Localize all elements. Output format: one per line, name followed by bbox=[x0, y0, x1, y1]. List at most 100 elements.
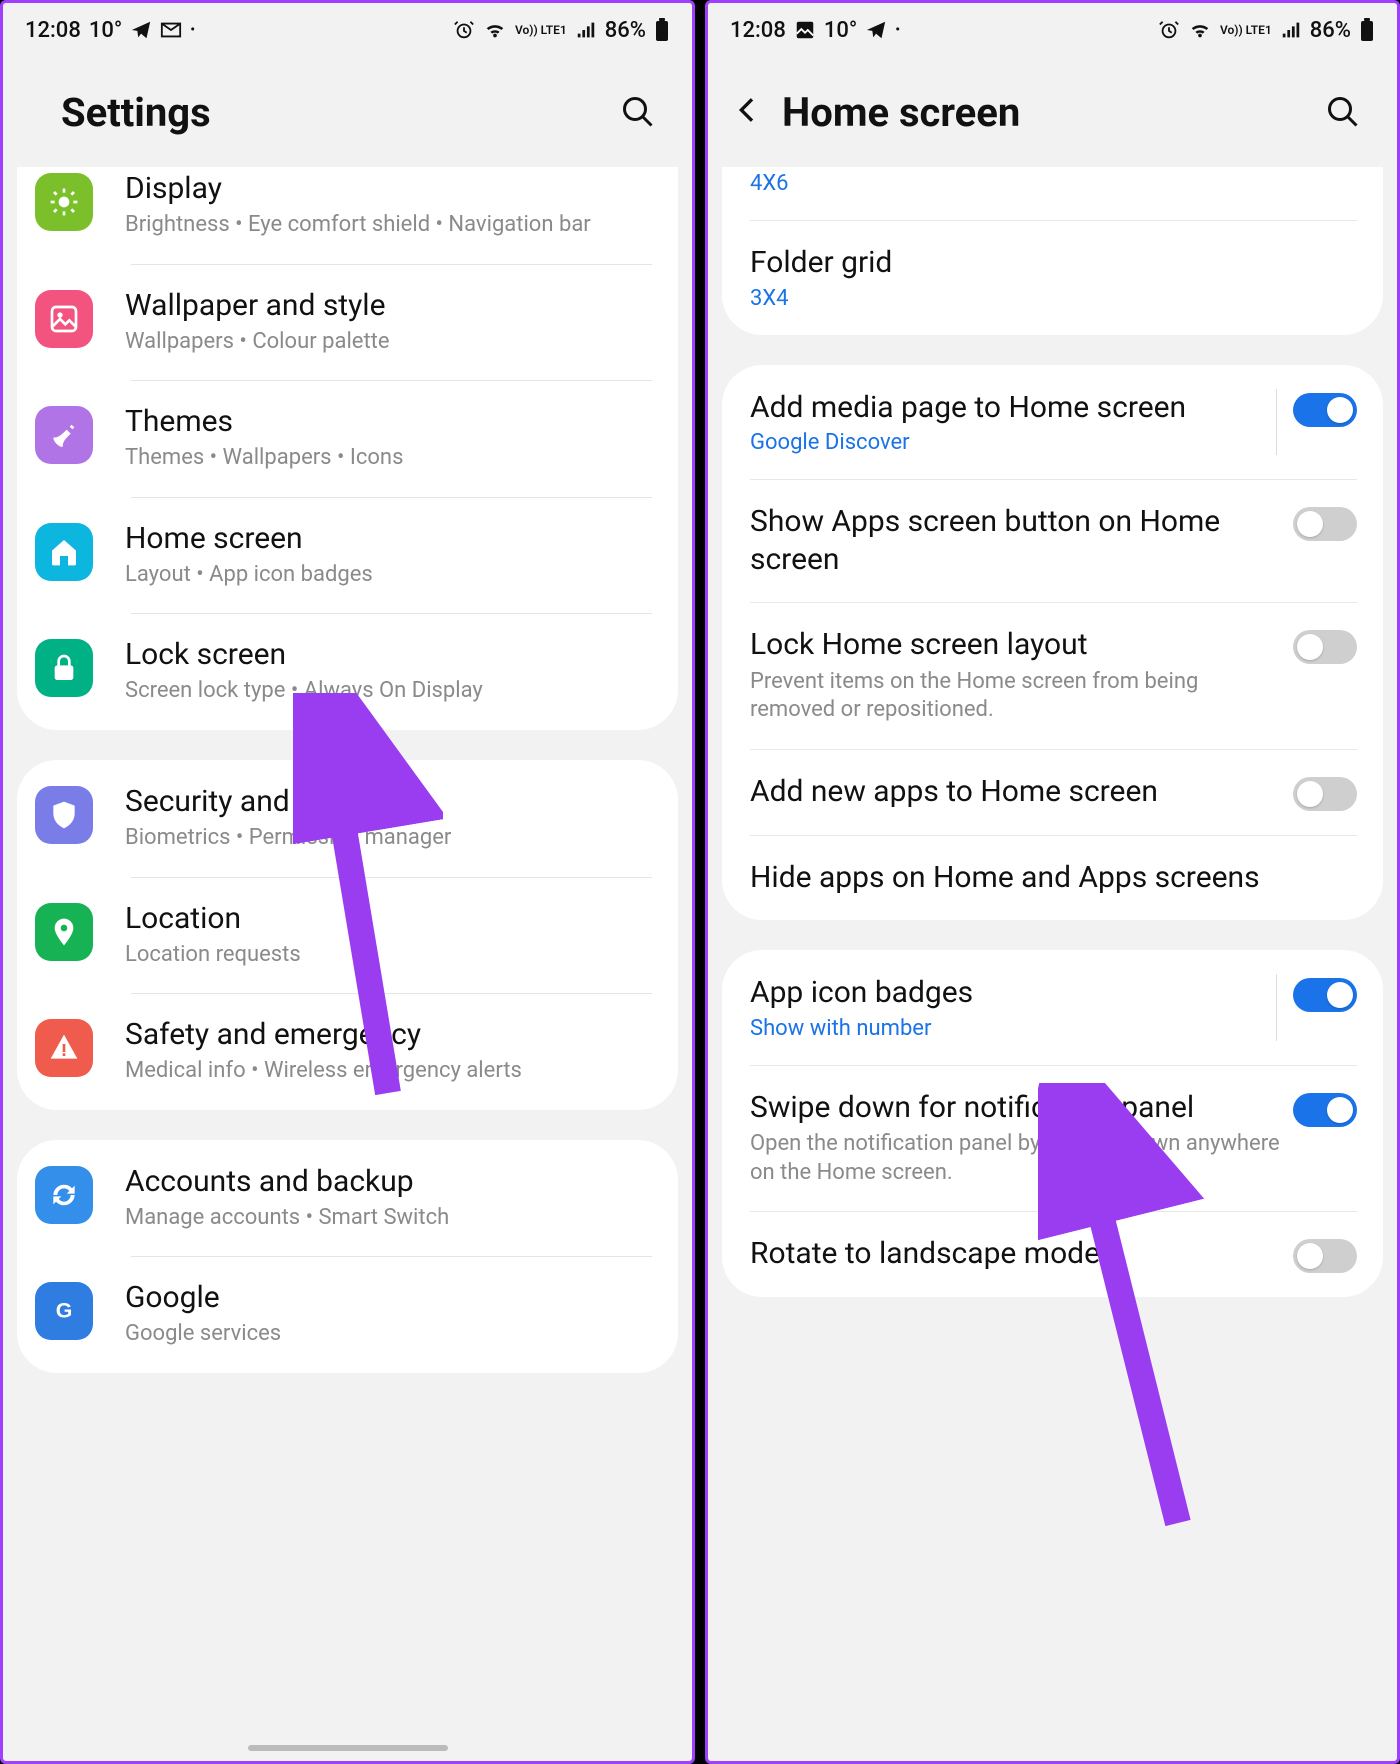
toggle[interactable] bbox=[1293, 630, 1357, 664]
status-temp: 10° bbox=[824, 18, 857, 43]
setting-mediapage[interactable]: Add media page to Home screen Google Disc… bbox=[722, 365, 1383, 480]
page-title: Home screen bbox=[782, 89, 1323, 136]
item-subtitle: Biometrics • Permission manager bbox=[125, 824, 652, 853]
setting-value: Show with number bbox=[750, 1016, 1264, 1041]
toggle[interactable] bbox=[1293, 777, 1357, 811]
settings-item-security[interactable]: Security and privacy Biometrics • Permiss… bbox=[17, 760, 678, 877]
volte-icon: Vo)) LTE1 bbox=[515, 24, 567, 36]
toggle[interactable] bbox=[1293, 1093, 1357, 1127]
screenshot-icon bbox=[794, 19, 816, 41]
telegram-icon bbox=[130, 19, 152, 41]
shield-icon bbox=[35, 786, 93, 844]
settings-item-lock[interactable]: Lock screen Screen lock type • Always On … bbox=[17, 613, 678, 730]
home-icon bbox=[35, 523, 93, 581]
setting-locklayout[interactable]: Lock Home screen layoutPrevent items on … bbox=[722, 602, 1383, 749]
settings-item-themes[interactable]: Themes Themes • Wallpapers • Icons bbox=[17, 380, 678, 497]
settings-item-google[interactable]: G Google Google services bbox=[17, 1256, 678, 1373]
toggle[interactable] bbox=[1293, 978, 1357, 1012]
item-title: Accounts and backup bbox=[125, 1164, 652, 1200]
settings-screen: 12:08 10° • Vo)) LTE1 86% Settings Displ… bbox=[0, 0, 695, 1764]
item-subtitle: Google services bbox=[125, 1320, 652, 1349]
item-title: Display bbox=[125, 171, 652, 207]
wifi-icon bbox=[1188, 19, 1212, 41]
setting-title: Add new apps to Home screen bbox=[750, 773, 1281, 811]
status-dot: • bbox=[895, 22, 900, 38]
item-title: Lock screen bbox=[125, 637, 652, 673]
item-title: Google bbox=[125, 1280, 652, 1316]
setting-rotate[interactable]: Rotate to landscape mode bbox=[722, 1211, 1383, 1297]
settings-list[interactable]: Display Brightness • Eye comfort shield •… bbox=[3, 167, 692, 1761]
setting-hideapps[interactable]: Hide apps on Home and Apps screens bbox=[722, 835, 1383, 921]
item-subtitle: Themes • Wallpapers • Icons bbox=[125, 444, 652, 473]
titlebar: Settings bbox=[3, 57, 692, 167]
brush-icon bbox=[35, 406, 93, 464]
settings-item-safety[interactable]: Safety and emergency Medical info • Wirel… bbox=[17, 993, 678, 1110]
toggle[interactable] bbox=[1293, 393, 1357, 427]
item-subtitle: Medical info • Wireless emergency alerts bbox=[125, 1057, 652, 1086]
volte-icon: Vo)) LTE1 bbox=[1220, 24, 1272, 36]
titlebar: Home screen bbox=[708, 57, 1397, 167]
setting-value: 3X4 bbox=[750, 286, 1345, 311]
page-title: Settings bbox=[61, 89, 618, 136]
google-icon: G bbox=[35, 1282, 93, 1340]
signal-icon bbox=[575, 19, 597, 41]
battery-icon bbox=[1359, 18, 1375, 42]
setting-addnew[interactable]: Add new apps to Home screen bbox=[722, 749, 1383, 835]
battery-text: 86% bbox=[1310, 18, 1351, 43]
setting-title: App icon badges bbox=[750, 974, 1264, 1012]
alert-icon bbox=[35, 1019, 93, 1077]
item-title: Themes bbox=[125, 404, 652, 440]
item-title: Safety and emergency bbox=[125, 1017, 652, 1053]
divider bbox=[1276, 389, 1277, 456]
gesture-bar[interactable] bbox=[248, 1745, 448, 1751]
sun-icon bbox=[35, 173, 93, 231]
lock-icon bbox=[35, 639, 93, 697]
status-temp: 10° bbox=[89, 18, 122, 43]
item-title: Home screen bbox=[125, 521, 652, 557]
setting-badges[interactable]: App icon badges Show with number bbox=[722, 950, 1383, 1065]
item-subtitle: Layout • App icon badges bbox=[125, 561, 652, 590]
item-subtitle: Manage accounts • Smart Switch bbox=[125, 1204, 652, 1233]
alarm-icon bbox=[453, 19, 475, 41]
setting-title: Folder grid bbox=[750, 244, 1345, 282]
battery-icon bbox=[654, 18, 670, 42]
signal-icon bbox=[1280, 19, 1302, 41]
back-button[interactable] bbox=[732, 94, 764, 130]
setting-appsgrid[interactable]: 4X6 bbox=[722, 167, 1383, 220]
item-subtitle: Brightness • Eye comfort shield • Naviga… bbox=[125, 211, 652, 240]
setting-title: Rotate to landscape mode bbox=[750, 1235, 1281, 1273]
item-subtitle: Screen lock type • Always On Display bbox=[125, 677, 652, 706]
settings-item-display[interactable]: Display Brightness • Eye comfort shield •… bbox=[17, 167, 678, 264]
status-dot: • bbox=[190, 22, 195, 38]
setting-subtitle: Prevent items on the Home screen from be… bbox=[750, 668, 1281, 725]
toggle[interactable] bbox=[1293, 507, 1357, 541]
setting-title: Swipe down for notification panel bbox=[750, 1089, 1281, 1127]
battery-text: 86% bbox=[605, 18, 646, 43]
statusbar: 12:08 10° • Vo)) LTE1 86% bbox=[708, 3, 1397, 57]
item-title: Wallpaper and style bbox=[125, 288, 652, 324]
setting-title: Add media page to Home screen bbox=[750, 389, 1264, 427]
settings-list[interactable]: 4X6 Folder grid 3X4 Add media page to Home … bbox=[708, 167, 1397, 1761]
setting-subtitle: Open the notification panel by swiping d… bbox=[750, 1130, 1281, 1187]
item-title: Location bbox=[125, 901, 652, 937]
settings-item-accounts[interactable]: Accounts and backup Manage accounts • Sma… bbox=[17, 1140, 678, 1257]
mail-icon bbox=[160, 19, 182, 41]
settings-item-location[interactable]: Location Location requests bbox=[17, 877, 678, 994]
search-button[interactable] bbox=[618, 92, 658, 132]
setting-foldergrid[interactable]: Folder grid 3X4 bbox=[722, 220, 1383, 335]
settings-item-wallpaper[interactable]: Wallpaper and styleWallpapers • Colour p… bbox=[17, 264, 678, 381]
item-title: Security and privacy bbox=[125, 784, 652, 820]
alarm-icon bbox=[1158, 19, 1180, 41]
settings-item-home[interactable]: Home screen Layout • App icon badges bbox=[17, 497, 678, 614]
setting-swipedown[interactable]: Swipe down for notification panelOpen th… bbox=[722, 1065, 1383, 1212]
item-subtitle: Location requests bbox=[125, 941, 652, 970]
svg-text:G: G bbox=[56, 1299, 73, 1323]
setting-value: Google Discover bbox=[750, 430, 1264, 455]
setting-title: Hide apps on Home and Apps screens bbox=[750, 859, 1345, 897]
home-screen-settings: 12:08 10° • Vo)) LTE1 86% Home screen 4X… bbox=[705, 0, 1400, 1764]
sync-icon bbox=[35, 1166, 93, 1224]
toggle[interactable] bbox=[1293, 1239, 1357, 1273]
wifi-icon bbox=[483, 19, 507, 41]
setting-appsbtn[interactable]: Show Apps screen button on Home screen bbox=[722, 479, 1383, 602]
search-button[interactable] bbox=[1323, 92, 1363, 132]
